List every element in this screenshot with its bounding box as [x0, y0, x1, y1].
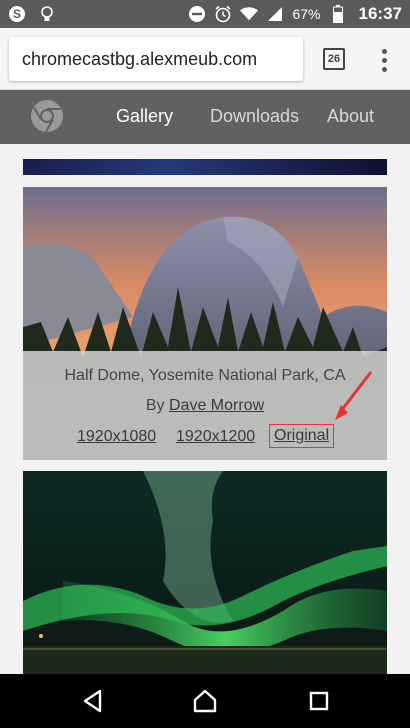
- site-navbar: Gallery Downloads About: [0, 90, 410, 144]
- status-right: 67% 16:37: [188, 4, 402, 24]
- do-not-disturb-icon: [188, 5, 206, 23]
- menu-dot-icon: [381, 48, 387, 54]
- home-button-icon[interactable]: [192, 688, 218, 714]
- nav-about-link[interactable]: About: [327, 106, 374, 127]
- back-button-icon[interactable]: [80, 688, 106, 714]
- overflow-menu-button[interactable]: [374, 46, 394, 74]
- url-bar[interactable]: chromecastbg.alexmeub.com: [9, 37, 303, 81]
- browser-toolbar: chromecastbg.alexmeub.com 26: [0, 28, 410, 90]
- aurora-image: [23, 471, 387, 674]
- author-link[interactable]: Dave Morrow: [169, 397, 264, 414]
- status-bar: S 67% 16:37: [0, 0, 410, 28]
- clock: 16:37: [358, 4, 402, 23]
- alarm-icon: [214, 5, 232, 23]
- skype-icon: S: [8, 5, 26, 23]
- resolution-original-link[interactable]: Original: [269, 424, 335, 448]
- recents-button-icon[interactable]: [306, 688, 332, 714]
- gallery-content: Half Dome, Yosemite National Park, CA By…: [0, 144, 410, 674]
- resolution-1920x1080-link[interactable]: 1920x1080: [77, 428, 156, 446]
- nav-gallery-link[interactable]: Gallery: [116, 106, 173, 127]
- nav-downloads-link[interactable]: Downloads: [210, 106, 299, 127]
- lightbulb-icon: [38, 5, 56, 23]
- signal-icon: [266, 5, 284, 23]
- battery-percent: 67%: [292, 6, 321, 22]
- svg-text:S: S: [13, 7, 21, 21]
- tab-switcher-button[interactable]: 26: [323, 48, 345, 70]
- image-title: Half Dome, Yosemite National Park, CA: [64, 367, 346, 384]
- aurora-image-card: [23, 471, 387, 674]
- previous-image-strip: [23, 159, 387, 175]
- android-navigation-bar: [0, 674, 410, 728]
- wifi-icon: [240, 5, 259, 23]
- chrome-logo-icon[interactable]: [30, 99, 64, 133]
- status-left: S: [8, 5, 56, 23]
- battery-icon: [329, 5, 347, 23]
- menu-dot-icon: [381, 66, 387, 72]
- menu-dot-icon: [381, 57, 387, 63]
- resolution-1920x1200-link[interactable]: 1920x1200: [176, 428, 255, 446]
- url-text: chromecastbg.alexmeub.com: [22, 48, 258, 69]
- tab-count: 26: [327, 53, 341, 65]
- image-byline: By Dave Morrow: [23, 397, 387, 415]
- image-caption: Half Dome, Yosemite National Park, CA By…: [23, 351, 387, 460]
- gallery-card: Half Dome, Yosemite National Park, CA By…: [23, 187, 387, 460]
- by-label: By: [145, 397, 165, 414]
